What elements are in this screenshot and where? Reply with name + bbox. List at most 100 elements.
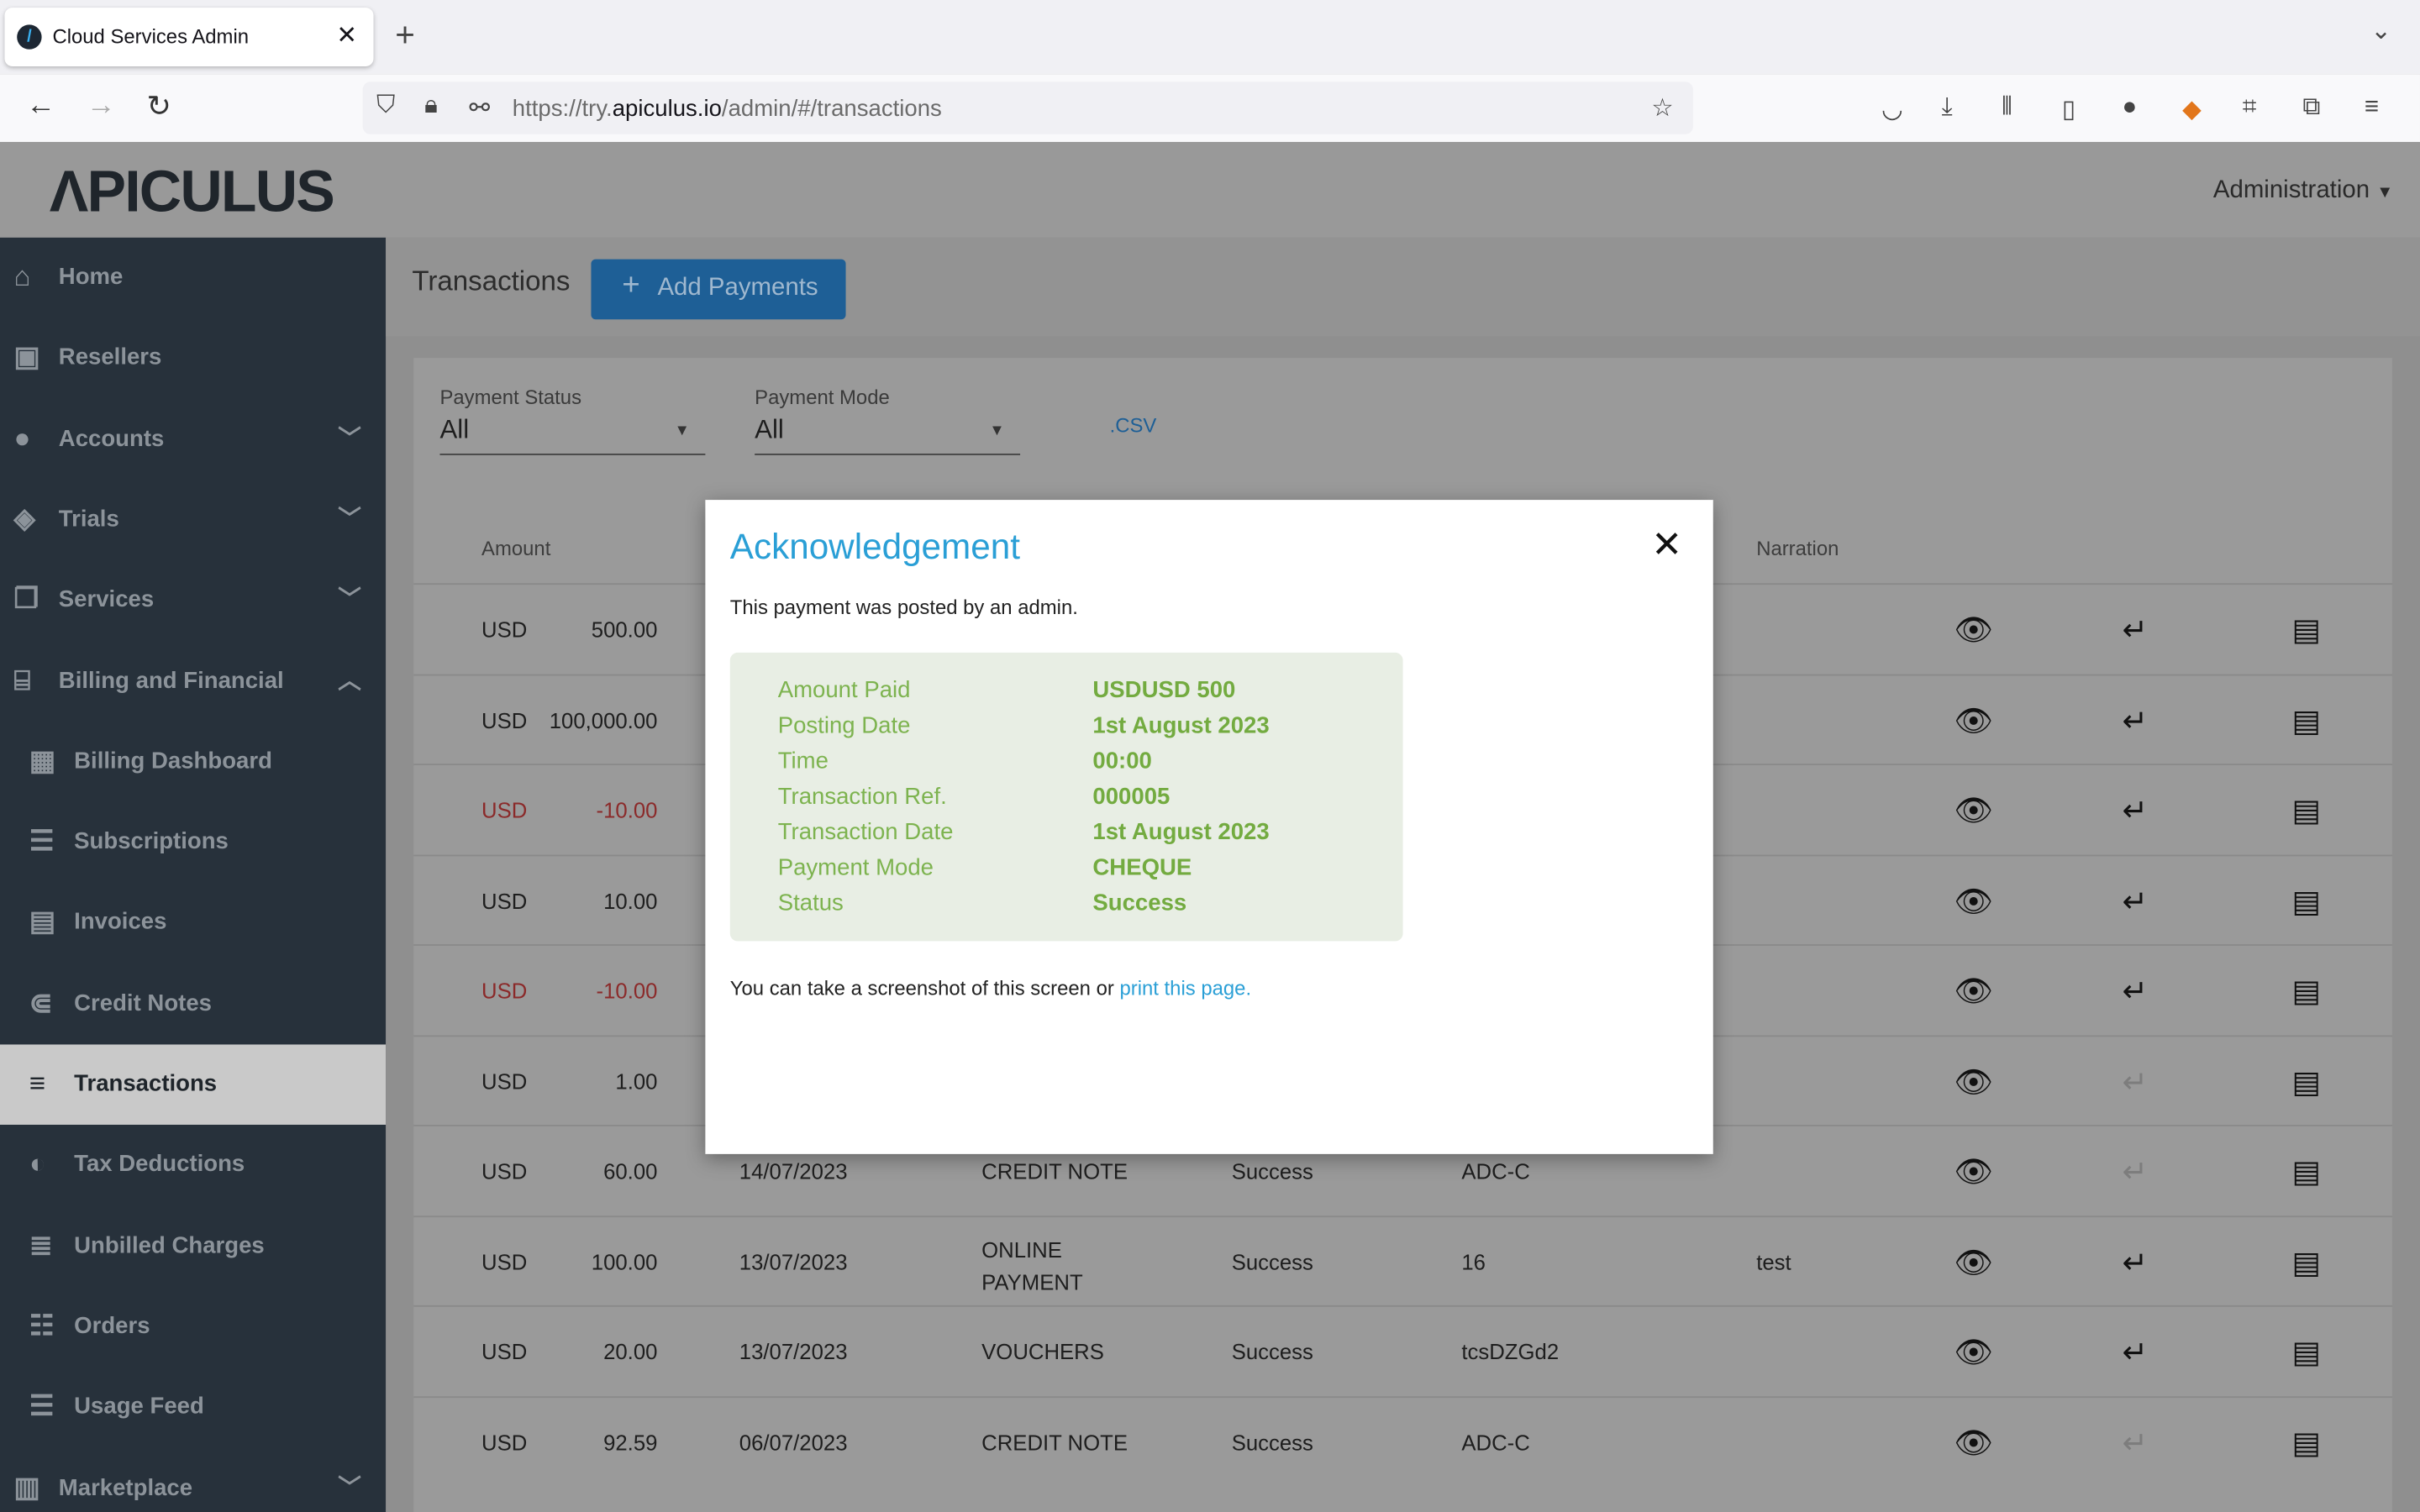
reverse-return-icon[interactable]: ↵ <box>2123 1152 2149 1191</box>
amount: 10.00 <box>603 888 658 913</box>
reverse-return-icon[interactable]: ↵ <box>2123 1423 2149 1462</box>
date: 13/07/2023 <box>739 1248 848 1274</box>
apiculus-logo[interactable]: ΛPICULUS <box>50 160 335 227</box>
view-eye-icon[interactable]: 👁︎ <box>1954 791 1993 830</box>
sidebar-item-marketplace[interactable]: ▥ Marketplace ﹀ <box>0 1448 386 1512</box>
reference: ADC-C <box>1461 1429 1530 1455</box>
narration: test <box>1756 1248 1791 1274</box>
tab-list-chevron-icon[interactable]: ⌄ <box>2370 15 2391 46</box>
receipt-icon[interactable]: ▤ <box>2292 1063 2322 1101</box>
library-icon[interactable]: ⫴ <box>2002 94 2012 122</box>
extensions-icon[interactable]: ⧉ <box>2302 94 2320 122</box>
chevron-down-icon[interactable]: ﹀ <box>338 421 361 454</box>
sidebar-item-invoices[interactable]: ▤ Invoices <box>0 883 386 963</box>
receipt-icon[interactable]: ▤ <box>2292 1333 2322 1372</box>
browser-tab[interactable]: / Cloud Services Admin ✕ <box>4 8 374 66</box>
sidebar-item-usage-feed[interactable]: ☰ Usage Feed <box>0 1368 386 1448</box>
address-bar[interactable]: ⛉ 🔒︎ ⚯ https://try.apiculus.io/admin/#/t… <box>362 81 1693 134</box>
chevron-down-icon[interactable]: ﹀ <box>338 582 361 615</box>
receipt-icon[interactable]: ▤ <box>2292 882 2322 921</box>
sidebar-item-label: Tax Deductions <box>74 1151 245 1178</box>
amount: -10.00 <box>596 978 658 1003</box>
reverse-return-icon[interactable]: ↵ <box>2123 1333 2149 1372</box>
account-icon[interactable]: ● <box>2123 94 2138 122</box>
app-header: ΛPICULUS Administration ▼ <box>0 141 2420 239</box>
date: 06/07/2023 <box>739 1429 848 1455</box>
reload-icon[interactable]: ↻ <box>146 90 171 125</box>
app-menu-icon[interactable]: ≡ <box>2365 94 2379 122</box>
view-eye-icon[interactable]: 👁︎ <box>1954 1423 1993 1462</box>
sidebar-item-unbilled-charges[interactable]: ≣ Unbilled Charges <box>0 1206 386 1287</box>
sidebar-item-subscriptions[interactable]: ☰ Subscriptions <box>0 802 386 883</box>
sidebar-item-orders[interactable]: ☷ Orders <box>0 1287 386 1368</box>
receipt-icon[interactable]: ▤ <box>2292 1242 2322 1281</box>
payment-mode-select[interactable]: Payment Mode All ▼ <box>755 386 1021 455</box>
receipt-icon[interactable]: ▤ <box>2292 791 2322 830</box>
sidebar-item-resellers[interactable]: ▣ Resellers <box>0 318 386 399</box>
view-eye-icon[interactable]: 👁︎ <box>1954 882 1993 921</box>
date: 13/07/2023 <box>739 1339 848 1364</box>
reverse-return-icon[interactable]: ↵ <box>2123 1063 2149 1101</box>
receipt-icon[interactable]: ▤ <box>2292 1152 2322 1191</box>
detail-value: USDUSD 500 <box>1092 677 1236 704</box>
view-eye-icon[interactable]: 👁︎ <box>1954 611 1993 649</box>
reverse-return-icon[interactable]: ↵ <box>2123 972 2149 1011</box>
view-eye-icon[interactable]: 👁︎ <box>1954 972 1993 1011</box>
currency: USD <box>481 1339 528 1364</box>
reverse-return-icon[interactable]: ↵ <box>2123 791 2149 830</box>
permissions-icon[interactable]: ⚯ <box>469 92 490 123</box>
view-eye-icon[interactable]: 👁︎ <box>1954 1333 1993 1372</box>
sidebar-item-home[interactable]: ⌂ Home <box>0 238 386 318</box>
amount: 100,000.00 <box>549 707 658 732</box>
receipt-icon[interactable]: ▤ <box>2292 611 2322 649</box>
download-icon[interactable]: ⤓ <box>1942 94 1953 122</box>
payment-status-select[interactable]: Payment Status All ▼ <box>439 386 706 455</box>
lock-icon[interactable]: 🔒︎ <box>424 92 438 120</box>
url-text[interactable]: https://try.apiculus.io/admin/#/transact… <box>513 96 942 122</box>
forward-icon[interactable]: → <box>87 90 116 123</box>
sidebar-item-accounts[interactable]: ● Accounts ﹀ <box>0 399 386 480</box>
sidebar-item-services[interactable]: ❐ Services ﹀ <box>0 560 386 641</box>
status: Success <box>1231 1158 1313 1184</box>
close-icon[interactable]: ✕ <box>1651 523 1682 568</box>
sidebar-item-transactions[interactable]: ≡ Transactions <box>0 1044 387 1125</box>
metamask-icon[interactable]: ◆ <box>2182 94 2202 125</box>
sidebar-item-trials[interactable]: ◈ Trials ﹀ <box>0 480 386 560</box>
new-tab-button[interactable]: + <box>395 15 415 55</box>
shield-icon[interactable]: ⛉ <box>376 92 395 120</box>
close-tab-icon[interactable]: ✕ <box>336 20 357 51</box>
back-icon[interactable]: ← <box>26 90 55 123</box>
reverse-return-icon[interactable]: ↵ <box>2123 1242 2149 1281</box>
sidebar-item-credit-notes[interactable]: ⋐ Credit Notes <box>0 963 386 1044</box>
bookmark-star-icon[interactable]: ☆ <box>1651 92 1673 123</box>
status: Success <box>1231 1339 1313 1364</box>
view-eye-icon[interactable]: 👁︎ <box>1954 1152 1993 1191</box>
chevron-down-icon[interactable]: ﹀ <box>338 1469 361 1502</box>
column-header-amount[interactable]: Amount <box>481 537 550 560</box>
view-eye-icon[interactable]: 👁︎ <box>1954 1063 1993 1101</box>
sidebar-item-tax-deductions[interactable]: ◐ Tax Deductions <box>0 1126 386 1206</box>
chevron-up-icon[interactable]: ︿ <box>338 663 361 696</box>
chevron-down-icon[interactable]: ﹀ <box>338 501 361 534</box>
csv-export-link[interactable]: .CSV <box>1110 413 1157 437</box>
crop-icon[interactable]: ⌗ <box>2243 94 2257 122</box>
view-eye-icon[interactable]: 👁︎ <box>1954 1242 1993 1281</box>
add-payments-button[interactable]: + Add Payments <box>591 259 846 320</box>
sidebar-icon[interactable]: ▯ <box>2062 94 2075 125</box>
pocket-icon[interactable]: ◡ <box>1881 94 1903 125</box>
receipt-icon[interactable]: ▤ <box>2292 972 2322 1011</box>
administration-menu[interactable]: Administration ▼ <box>2213 177 2393 205</box>
receipt-icon[interactable]: ▤ <box>2292 1423 2322 1462</box>
reverse-return-icon[interactable]: ↵ <box>2123 882 2149 921</box>
column-header-narration[interactable]: Narration <box>1756 537 1839 560</box>
menu-icon: ≡ <box>29 1068 46 1099</box>
receipt-icon[interactable]: ▤ <box>2292 701 2322 740</box>
sidebar-item-billing-dashboard[interactable]: ▦ Billing Dashboard <box>0 722 386 802</box>
view-eye-icon[interactable]: 👁︎ <box>1954 701 1993 740</box>
reverse-return-icon[interactable]: ↵ <box>2123 701 2149 740</box>
add-payments-label: Add Payments <box>657 274 818 302</box>
sidebar-item-billing-and-financial[interactable]: ⌸ Billing and Financial ︿ <box>0 641 386 722</box>
print-page-link[interactable]: print this page. <box>1119 977 1251 1000</box>
sidebar-item-label: Resellers <box>58 344 162 371</box>
reverse-return-icon[interactable]: ↵ <box>2123 611 2149 649</box>
